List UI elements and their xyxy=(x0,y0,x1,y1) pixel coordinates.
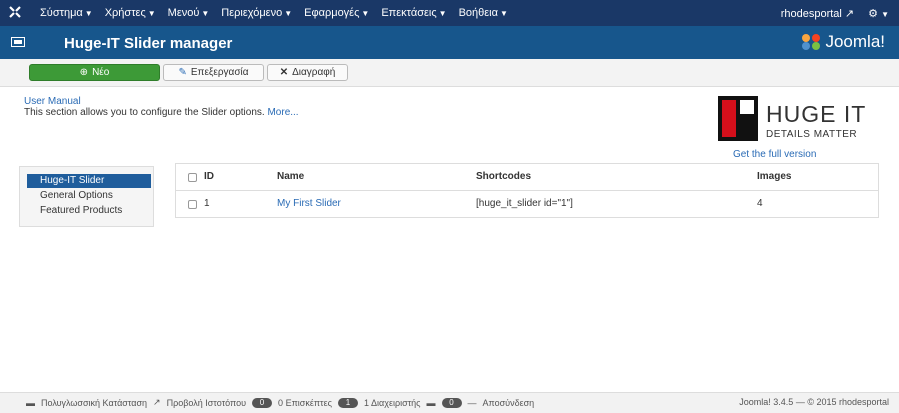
col-id[interactable]: ID xyxy=(204,164,214,190)
menu-label: Σύστημα xyxy=(40,7,83,19)
sidebar-item-featured-products[interactable]: Featured Products xyxy=(27,204,151,218)
slider-icon xyxy=(11,37,25,47)
menu-label: Επεκτάσεις xyxy=(381,7,437,19)
delete-button[interactable]: ✕ Διαγραφή xyxy=(267,64,348,81)
caret-down-icon: ▼ xyxy=(499,9,508,18)
visitors-badge: 0 xyxy=(252,397,273,408)
huge-it-logo[interactable]: HUGE IT DETAILS MATTER xyxy=(718,96,883,146)
edit-button-label: Επεξεργασία xyxy=(190,67,249,78)
col-images: Images xyxy=(757,171,792,182)
comment-icon: ▬ xyxy=(26,397,35,408)
visitors-text: 0 Επισκέπτες xyxy=(278,398,332,408)
joomla-wordmark: Joomla! xyxy=(825,32,885,51)
huge-it-wordmark: HUGE IT xyxy=(766,101,867,127)
sidebar-item-huge-it-slider[interactable]: Huge-IT Slider xyxy=(27,174,151,188)
admins-badge: 1 xyxy=(337,397,358,408)
external-link-icon: ↗ xyxy=(153,397,161,407)
sidebar: Huge-IT Slider General Options Featured … xyxy=(19,166,154,227)
sidebar-item-general-options[interactable]: General Options xyxy=(27,189,151,203)
menu-help[interactable]: Βοήθεια ▼ xyxy=(459,7,508,19)
visitors-count: 0 xyxy=(278,397,284,408)
page-header: Huge-IT Slider manager Joomla! xyxy=(0,26,899,59)
huge-it-mark-icon xyxy=(718,96,758,141)
envelope-icon: ▬ xyxy=(426,397,436,408)
admins-count: 1 xyxy=(363,397,369,408)
joomla-brand: Joomla! xyxy=(801,31,885,53)
menu-extensions[interactable]: Επεκτάσεις ▼ xyxy=(381,7,446,19)
menu-components[interactable]: Εφαρμογές ▼ xyxy=(304,7,369,19)
close-icon: ✕ xyxy=(279,67,289,78)
section-description: This section allows you to configure the… xyxy=(24,107,299,118)
menu-label: Περιεχόμενο xyxy=(221,7,283,19)
admins-label: Διαχειριστής xyxy=(371,397,421,408)
external-link-icon: ↗ xyxy=(844,7,855,20)
minus-icon: — xyxy=(467,397,477,408)
caret-down-icon: ▼ xyxy=(881,9,889,19)
admins-text: 1 Διαχειριστής xyxy=(364,398,421,408)
row-shortcode: [huge_it_slider id="1"] xyxy=(476,198,573,209)
main-menu: Σύστημα ▼ Χρήστες ▼ Μενού ▼ Περιεχόμενο ▼ Εφ… xyxy=(40,0,508,26)
select-all-checkbox[interactable] xyxy=(188,173,197,182)
col-shortcodes: Shortcodes xyxy=(476,171,532,182)
table-header-row: ID Name Shortcodes Images xyxy=(176,164,878,191)
caret-down-icon: ▼ xyxy=(201,9,210,18)
row-name-link[interactable]: My First Slider xyxy=(277,191,341,217)
menu-label: Μενού xyxy=(167,7,200,19)
row-images-count: 4 xyxy=(757,198,763,209)
menu-system[interactable]: Σύστημα ▼ xyxy=(40,7,93,19)
table-row: 1 My First Slider [huge_it_slider id="1"… xyxy=(176,191,878,217)
sliders-table: ID Name Shortcodes Images 1 My First Sli… xyxy=(175,163,879,218)
huge-it-tagline: DETAILS MATTER xyxy=(766,129,858,140)
caret-down-icon: ▼ xyxy=(284,9,293,18)
edit-icon: ✎ xyxy=(178,67,187,78)
status-left: ▬ Πολυγλωσσική Κατάσταση ↗ Προβολή Ιστοτ… xyxy=(26,397,534,408)
logout-link[interactable]: Αποσύνδεση xyxy=(483,398,535,408)
plus-circle-icon: ⊕ xyxy=(79,67,89,78)
site-name: rhodesportal xyxy=(780,7,842,20)
status-bar: ▬ Πολυγλωσσική Κατάσταση ↗ Προβολή Ιστοτ… xyxy=(0,392,899,413)
get-full-version-link[interactable]: Get the full version xyxy=(733,149,816,160)
joomla-logo-icon[interactable] xyxy=(9,6,21,18)
caret-down-icon: ▼ xyxy=(438,9,447,18)
view-site-link[interactable]: Προβολή Ιστοτόπου xyxy=(167,398,246,408)
visitors-label: Επισκέπτες xyxy=(285,397,332,408)
menu-content[interactable]: Περιεχόμενο ▼ xyxy=(221,7,292,19)
user-manual-link[interactable]: User Manual xyxy=(24,96,81,107)
delete-button-label: Διαγραφή xyxy=(292,67,336,78)
more-link[interactable]: More... xyxy=(267,107,298,118)
page-title: Huge-IT Slider manager xyxy=(64,35,233,52)
caret-down-icon: ▼ xyxy=(361,9,370,18)
joomla-logo-icon xyxy=(802,34,821,50)
edit-button[interactable]: ✎ Επεξεργασία xyxy=(163,64,264,81)
description-text: This section allows you to configure the… xyxy=(24,107,265,118)
row-checkbox[interactable] xyxy=(188,200,197,209)
gear-icon: ⚙ xyxy=(868,7,879,20)
top-navbar: Σύστημα ▼ Χρήστες ▼ Μενού ▼ Περιεχόμενο ▼ Εφ… xyxy=(0,0,899,26)
menu-menus[interactable]: Μενού ▼ xyxy=(168,7,210,19)
menu-label: Χρήστες xyxy=(104,7,146,19)
new-button[interactable]: ⊕ Νέο xyxy=(29,64,160,81)
menu-label: Βοήθεια xyxy=(458,7,498,19)
menu-users[interactable]: Χρήστες ▼ xyxy=(105,7,156,19)
row-id: 1 xyxy=(204,198,210,209)
messages-badge[interactable]: 0 xyxy=(441,397,462,408)
menu-label: Εφαρμογές xyxy=(304,7,360,19)
new-button-label: Νέο xyxy=(92,67,110,78)
user-menu[interactable]: ⚙ ▼ xyxy=(868,7,889,20)
caret-down-icon: ▼ xyxy=(84,9,93,18)
col-name[interactable]: Name xyxy=(277,164,304,190)
site-link[interactable]: rhodesportal ↗ xyxy=(781,7,854,20)
version-info: Joomla! 3.4.5 — © 2015 rhodesportal xyxy=(739,397,889,407)
user-nav: rhodesportal ↗ ⚙ ▼ xyxy=(781,0,889,26)
multilang-status[interactable]: Πολυγλωσσική Κατάσταση xyxy=(41,398,147,408)
toolbar: ⊕ Νέο ✎ Επεξεργασία ✕ Διαγραφή xyxy=(0,59,899,87)
caret-down-icon: ▼ xyxy=(147,9,156,18)
